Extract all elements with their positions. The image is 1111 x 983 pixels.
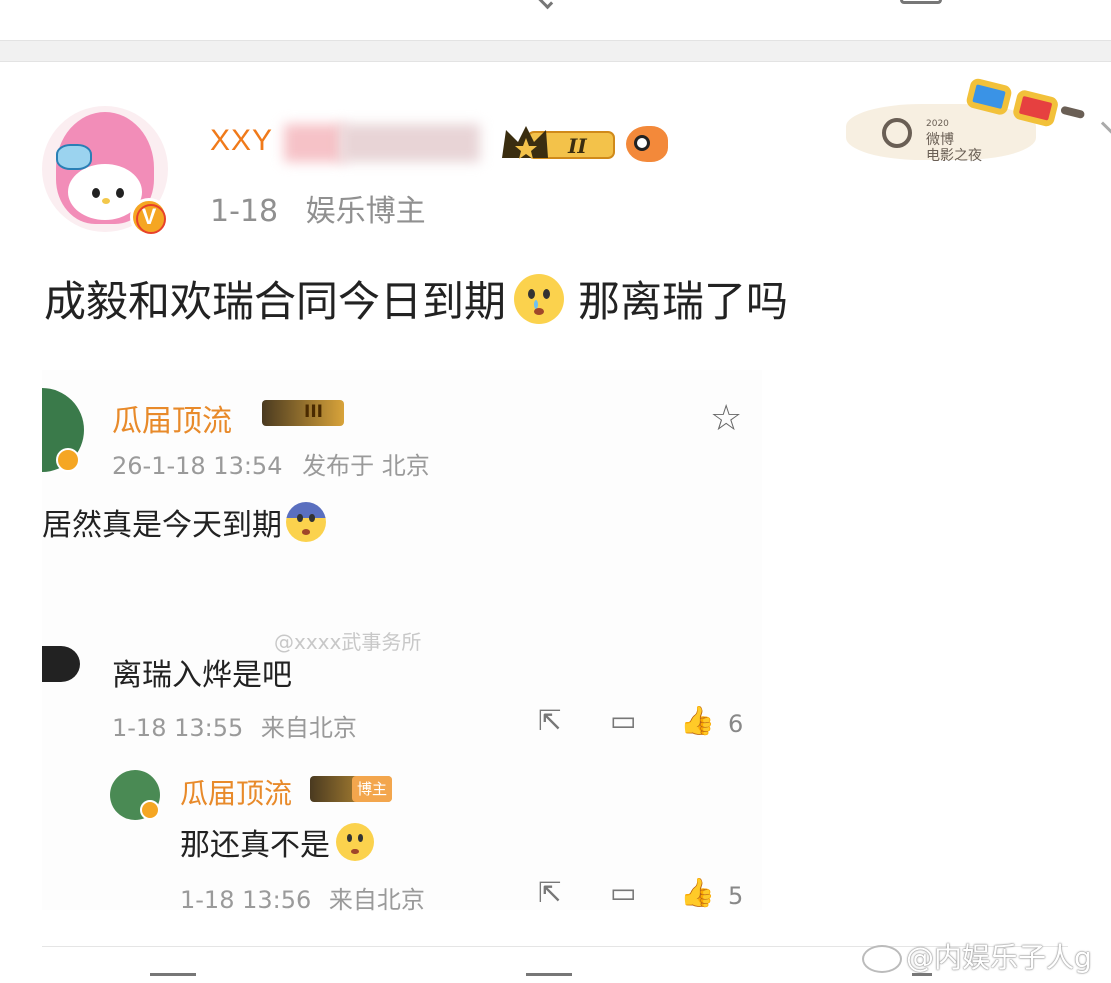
username-redacted — [340, 124, 480, 162]
footer-watermark-text: @内娱乐子人g — [906, 941, 1092, 974]
comment-icon: ▭ — [610, 876, 637, 909]
avatar-nose — [102, 198, 110, 204]
quoted-text: 居然真是今天到期 — [42, 508, 282, 543]
reply-like-count: 5 — [728, 882, 744, 910]
avatar-eye — [92, 188, 100, 198]
reply-location: 来自北京 — [328, 886, 425, 914]
avatar-bow — [56, 144, 92, 170]
share-icon: ⇱ — [538, 704, 562, 737]
flushed-emoji-icon — [514, 273, 565, 324]
post-role: 娱乐博主 — [305, 194, 426, 229]
share-icon: ⇱ — [538, 876, 562, 909]
thinking-emoji-icon — [336, 823, 374, 861]
comment-text: 离瑞入烨是吧 — [112, 658, 292, 693]
reply-text: 那还真不是 — [180, 828, 330, 863]
card-decoration: 2020 微博 电影之夜 — [846, 77, 1086, 164]
reply-role-badge: 博主 — [310, 776, 392, 802]
weibo-logo-icon — [882, 118, 912, 148]
quoted-username: 瓜届顶流 — [112, 404, 232, 439]
star-icon: ☆ — [710, 398, 743, 439]
decoration-title: 电影之夜 — [926, 148, 982, 164]
reply-username: 瓜届顶流 — [180, 777, 293, 810]
v-verified-icon — [140, 800, 160, 820]
like-icon: 👍 — [680, 704, 715, 737]
avatar-eye — [116, 188, 124, 198]
quoted-body: 居然真是今天到期 — [42, 500, 326, 544]
footer-watermark: @内娱乐子人g — [862, 936, 1092, 976]
reply-avatar — [110, 770, 160, 820]
embedded-screenshot[interactable]: 瓜届顶流 III ☆ 26-1-18 13:54 发布于 北京 居然真是今天到期… — [42, 370, 762, 914]
quoted-level-label: III — [304, 402, 323, 422]
post-body: 成毅和欢瑞合同今日到期 那离瑞了吗 — [44, 268, 788, 329]
quoted-location: 发布于 北京 — [302, 452, 430, 480]
glasses-lens-blue — [965, 77, 1014, 117]
reply-role-tag: 博主 — [352, 776, 392, 802]
glasses-lens-red — [1011, 88, 1060, 128]
quoted-time: 26-1-18 13:54 — [112, 452, 283, 480]
crown-level-badge-icon: II — [502, 126, 615, 159]
comment-like-count: 6 — [728, 710, 744, 738]
weibo-logo-icon — [862, 945, 902, 973]
comment-meta: 1-18 13:55 来自北京 — [112, 708, 357, 743]
toolbar-icon[interactable] — [900, 0, 942, 4]
fearful-emoji-icon — [286, 502, 326, 542]
quoted-meta: 26-1-18 13:54 发布于 北京 — [112, 446, 430, 481]
post-text: 成毅和欢瑞合同今日到期 — [44, 277, 507, 326]
reply-time: 1-18 13:56 — [180, 886, 312, 914]
quoted-avatar — [42, 388, 84, 472]
comment-button[interactable] — [526, 973, 572, 983]
decoration-text: 2020 微博 电影之夜 — [926, 116, 982, 164]
feed-separator — [0, 40, 1111, 62]
comment-avatar — [42, 646, 80, 682]
more-chevron-icon[interactable] — [1087, 121, 1111, 153]
v-verified-icon: V — [130, 198, 168, 236]
username-redacted — [284, 124, 344, 162]
post-meta: 1-18 娱乐博主 — [210, 186, 444, 230]
comment-location: 来自北京 — [260, 714, 357, 742]
decoration-weibo: 微博 — [926, 132, 954, 148]
top-toolbar-remnant — [0, 0, 1111, 40]
comment-icon: ▭ — [610, 704, 637, 737]
repost-button[interactable] — [150, 973, 196, 983]
fish-icon — [626, 126, 668, 162]
screenshot-watermark: @xxxx武事务所 — [274, 630, 422, 654]
comment-time: 1-18 13:55 — [112, 714, 244, 742]
reply-meta: 1-18 13:56 来自北京 — [180, 880, 425, 915]
crown-level-badge-icon: III — [262, 400, 344, 426]
level-badge-label: II — [567, 134, 587, 158]
post-text-continued: 那离瑞了吗 — [578, 277, 789, 326]
glasses-arm — [1060, 105, 1086, 120]
chevron-down-icon[interactable] — [534, 0, 554, 10]
v-verified-icon — [56, 448, 80, 472]
username[interactable]: XXY — [210, 124, 273, 158]
reply-body: 那还真不是 — [180, 820, 374, 864]
post-date: 1-18 — [210, 194, 279, 229]
like-icon: 👍 — [680, 876, 715, 909]
